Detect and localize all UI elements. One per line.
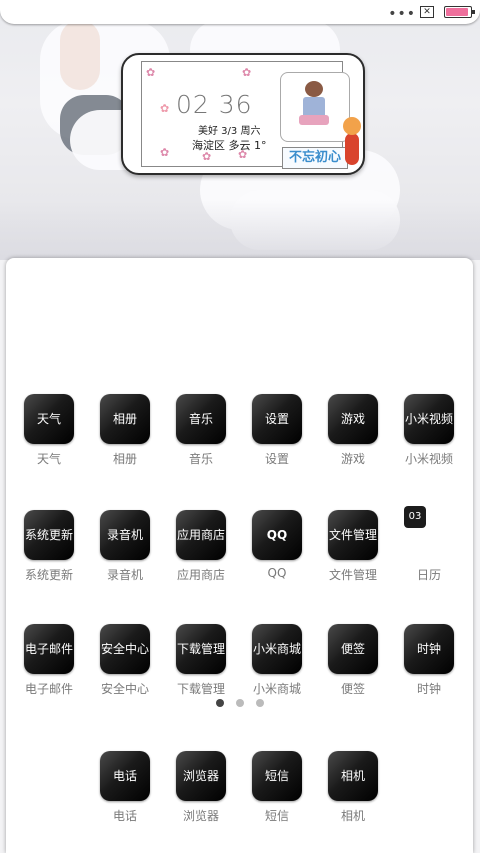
app-label: 小米视频 <box>404 452 453 466</box>
app-label: 电话 <box>112 809 137 823</box>
app-label: 便签 <box>340 682 365 696</box>
pinwheel-icon: ✿ <box>160 102 170 115</box>
app-security[interactable]: 安全中心 安全中心 <box>94 624 156 697</box>
settings-icon[interactable]: 设置 <box>252 394 302 444</box>
app-games[interactable]: 游戏 游戏 <box>322 394 384 467</box>
app-label: 系统更新 <box>24 568 73 582</box>
app-settings[interactable]: 设置 设置 <box>246 394 308 467</box>
app-email[interactable]: 电子邮件 电子邮件 <box>18 624 80 697</box>
qq-icon[interactable]: QQ <box>252 510 302 560</box>
clock-weather-widget[interactable]: ✿ ✿ ✿ ✿ ✿ ✿ 02 36 美好 3/3 周六 海淀区 多云 1° 不忘… <box>121 53 365 175</box>
app-music[interactable]: 音乐 音乐 <box>170 394 232 467</box>
calendar-icon[interactable]: 03 <box>404 506 426 528</box>
clock-icon[interactable]: 时钟 <box>404 624 454 674</box>
games-icon[interactable]: 游戏 <box>328 394 378 444</box>
widget-screen: ✿ ✿ ✿ ✿ ✿ ✿ 02 36 美好 3/3 周六 海淀区 多云 1° 不忘… <box>141 61 350 169</box>
app-label: 短信 <box>264 809 289 823</box>
app-label: 电子邮件 <box>24 682 73 696</box>
status-bar: ••• ✕ <box>0 0 480 24</box>
app-label: 设置 <box>264 452 289 466</box>
battery-fill <box>446 8 468 16</box>
app-label: 天气 <box>36 452 61 466</box>
app-label: 音乐 <box>188 452 213 466</box>
notes-icon[interactable]: 便签 <box>328 624 378 674</box>
mi-video-icon[interactable]: 小米视频 <box>404 394 454 444</box>
app-label: 时钟 <box>416 682 441 696</box>
app-label: 日历 <box>416 568 441 582</box>
clock-time: 02 36 <box>176 90 253 119</box>
page-dot[interactable] <box>236 699 244 707</box>
weather-icon[interactable]: 天气 <box>24 394 74 444</box>
app-downloads[interactable]: 下载管理 下载管理 <box>170 624 232 697</box>
dock-camera[interactable]: 相机 相机 <box>322 751 384 824</box>
pinwheel-icon: ✿ <box>242 66 252 79</box>
app-system-update[interactable]: 系统更新 系统更新 <box>18 510 80 583</box>
app-qq[interactable]: QQ QQ <box>246 510 308 580</box>
music-icon[interactable]: 音乐 <box>176 394 226 444</box>
app-label: 浏览器 <box>182 809 219 823</box>
app-drawer: 天气 天气 相册 相册 音乐 音乐 设置 设置 游戏 游戏 小米视频 小米视频 … <box>6 258 473 853</box>
browser-icon[interactable]: 浏览器 <box>176 751 226 801</box>
page-dot[interactable] <box>256 699 264 707</box>
sim-x-icon: ✕ <box>420 6 434 18</box>
phone-icon[interactable]: 电话 <box>100 751 150 801</box>
app-clock[interactable]: 时钟 时钟 <box>398 624 460 697</box>
app-label: 安全中心 <box>100 682 149 696</box>
system-update-icon[interactable]: 系统更新 <box>24 510 74 560</box>
app-file-manager[interactable]: 文件管理 文件管理 <box>322 510 384 583</box>
app-label: QQ <box>267 566 287 580</box>
app-label: 下载管理 <box>176 682 225 696</box>
app-mi-store[interactable]: 小米商城 小米商城 <box>246 624 308 697</box>
app-label: 应用商店 <box>176 568 225 582</box>
app-label: 小米商城 <box>252 682 301 696</box>
gallery-icon[interactable]: 相册 <box>100 394 150 444</box>
pinwheel-icon: ✿ <box>160 146 170 159</box>
mi-store-icon[interactable]: 小米商城 <box>252 624 302 674</box>
pinwheel-icon: ✿ <box>146 66 156 79</box>
battery-icon <box>444 6 475 18</box>
app-recorder[interactable]: 录音机 录音机 <box>94 510 156 583</box>
security-icon[interactable]: 安全中心 <box>100 624 150 674</box>
dock-browser[interactable]: 浏览器 浏览器 <box>170 751 232 824</box>
page-indicator <box>216 699 276 709</box>
page-dot[interactable] <box>216 699 224 707</box>
date-text: 美好 3/3 周六 <box>198 126 261 137</box>
downloads-icon[interactable]: 下载管理 <box>176 624 226 674</box>
recorder-icon[interactable]: 录音机 <box>100 510 150 560</box>
motto-label: 不忘初心 <box>282 147 348 169</box>
file-manager-icon[interactable]: 文件管理 <box>328 510 378 560</box>
app-label: 文件管理 <box>328 568 377 582</box>
messages-icon[interactable]: 短信 <box>252 751 302 801</box>
dock-messages[interactable]: 短信 短信 <box>246 751 308 824</box>
more-dots-icon: ••• <box>388 6 416 22</box>
camera-icon[interactable]: 相机 <box>328 751 378 801</box>
app-mi-video[interactable]: 小米视频 小米视频 <box>398 394 460 467</box>
email-icon[interactable]: 电子邮件 <box>24 624 74 674</box>
app-notes[interactable]: 便签 便签 <box>322 624 384 697</box>
app-gallery[interactable]: 相册 相册 <box>94 394 156 467</box>
dock-phone[interactable]: 电话 电话 <box>94 751 156 824</box>
app-weather[interactable]: 天气 天气 <box>18 394 80 467</box>
anime-girl-image <box>280 72 350 142</box>
app-label: 录音机 <box>106 568 143 582</box>
app-calendar[interactable]: 03 日历 <box>398 506 460 583</box>
app-app-store[interactable]: 应用商店 应用商店 <box>170 510 232 583</box>
mascot-image <box>343 117 363 167</box>
weather-text: 海淀区 多云 1° <box>192 139 267 152</box>
app-label: 相册 <box>112 452 137 466</box>
calendar-icon-area[interactable]: 03 <box>404 506 454 560</box>
app-store-icon[interactable]: 应用商店 <box>176 510 226 560</box>
app-label: 相机 <box>340 809 365 823</box>
app-label: 游戏 <box>340 452 365 466</box>
